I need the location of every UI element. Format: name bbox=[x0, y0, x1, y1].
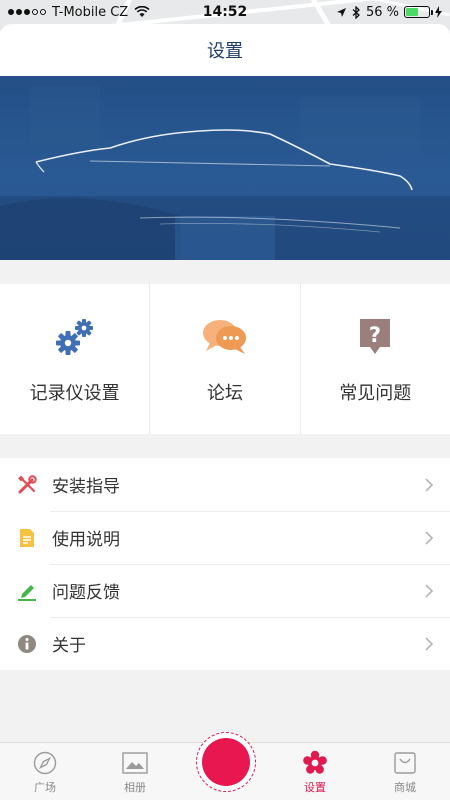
feature-grid: 记录仪设置 论坛 ? 常见问题 bbox=[0, 284, 450, 434]
grid-label: 记录仪设置 bbox=[29, 383, 120, 404]
tab-plaza[interactable]: 广场 bbox=[0, 743, 90, 800]
grid-label: 常见问题 bbox=[339, 383, 412, 404]
grid-label: 论坛 bbox=[206, 383, 243, 404]
tab-label: 广场 bbox=[34, 781, 56, 794]
list-item-label: 使用说明 bbox=[52, 530, 120, 550]
settings-list: 安装指导 使用说明 问题反馈 关于 bbox=[0, 458, 450, 670]
chevron-right-icon bbox=[425, 477, 434, 492]
tab-store[interactable]: 商城 bbox=[360, 743, 450, 800]
tab-album[interactable]: 相册 bbox=[90, 743, 180, 800]
compass-icon bbox=[32, 750, 58, 776]
question-tag-icon: ? bbox=[351, 313, 399, 361]
navigation-bar: 设置 bbox=[0, 24, 450, 76]
chat-bubbles-icon bbox=[201, 313, 249, 361]
list-item-feedback[interactable]: 问题反馈 bbox=[0, 564, 450, 617]
document-icon bbox=[16, 527, 38, 549]
chevron-right-icon bbox=[425, 636, 434, 651]
list-item-about[interactable]: 关于 bbox=[0, 617, 450, 670]
record-button[interactable] bbox=[196, 732, 256, 792]
tools-icon bbox=[16, 474, 38, 496]
clock: 14:52 bbox=[202, 4, 248, 20]
signal-strength-icon bbox=[8, 9, 46, 15]
bluetooth-icon bbox=[352, 5, 360, 19]
battery-percentage: 56 % bbox=[365, 4, 399, 20]
settings-sheet: 设置 记录仪设置 论坛 ? 常见问题 安装指导 使用说明 问题反馈 关于 bbox=[0, 24, 450, 800]
tab-settings[interactable]: 设置 bbox=[270, 743, 360, 800]
list-item-label: 问题反馈 bbox=[52, 583, 120, 603]
record-button-core[interactable] bbox=[202, 738, 250, 786]
battery-icon bbox=[404, 6, 433, 18]
gears-icon bbox=[51, 313, 99, 361]
list-item-label: 关于 bbox=[52, 636, 86, 656]
photo-album-icon bbox=[122, 750, 148, 776]
page-title: 设置 bbox=[207, 41, 243, 62]
svg-text:?: ? bbox=[369, 323, 381, 347]
chevron-right-icon bbox=[425, 530, 434, 545]
shopping-bag-icon bbox=[392, 750, 418, 776]
carrier-name: T-Mobile CZ bbox=[52, 4, 129, 20]
tab-label: 商城 bbox=[394, 781, 416, 794]
info-icon bbox=[16, 633, 38, 655]
list-item-label: 安装指导 bbox=[52, 477, 120, 497]
forum-cell[interactable]: 论坛 bbox=[150, 284, 301, 434]
edit-pencil-icon bbox=[16, 580, 38, 602]
faq-cell[interactable]: ? 常见问题 bbox=[301, 284, 450, 434]
recorder-settings-cell[interactable]: 记录仪设置 bbox=[0, 284, 151, 434]
tab-label: 相册 bbox=[124, 781, 146, 794]
wifi-icon bbox=[134, 6, 150, 17]
car-banner-image bbox=[0, 76, 450, 260]
flower-gear-icon bbox=[302, 750, 328, 776]
chevron-right-icon bbox=[425, 583, 434, 598]
tab-label: 设置 bbox=[304, 781, 326, 794]
list-item-user-manual[interactable]: 使用说明 bbox=[0, 511, 450, 564]
charging-bolt-icon bbox=[435, 6, 442, 18]
status-bar: T-Mobile CZ 14:52 56 % bbox=[0, 0, 450, 24]
location-arrow-icon bbox=[336, 7, 346, 17]
list-item-install-guide[interactable]: 安装指导 bbox=[0, 458, 450, 511]
